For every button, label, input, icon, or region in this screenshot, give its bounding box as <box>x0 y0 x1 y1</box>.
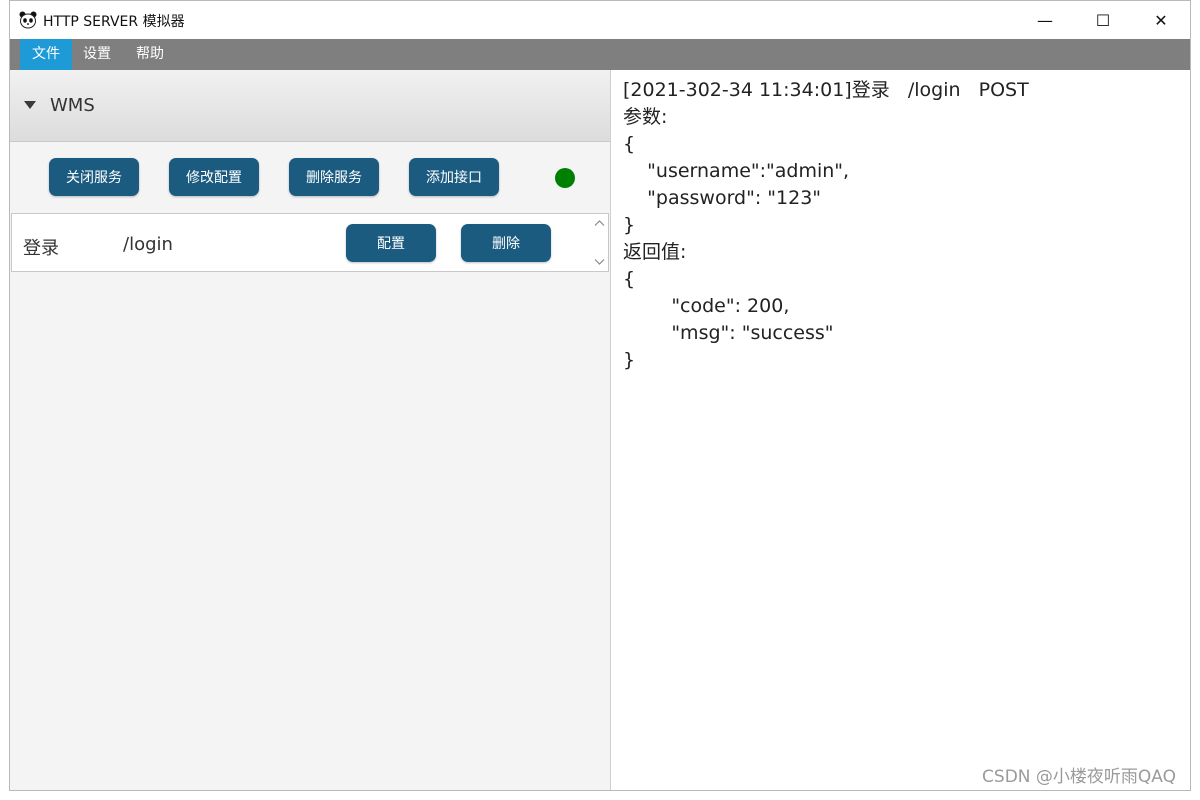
log-pane: [2021-302-34 11:34:01]登录 /login POST 参数: {… <box>611 70 1190 790</box>
list-scrollbar[interactable] <box>591 214 608 271</box>
modify-config-button[interactable]: 修改配置 <box>169 158 259 196</box>
add-api-button[interactable]: 添加接口 <box>409 158 499 196</box>
log-line: "username":"admin", <box>623 160 850 182</box>
log-line: "msg": "success" <box>623 322 834 344</box>
menu-settings[interactable]: 设置 <box>71 39 123 70</box>
close-window-button[interactable]: ✕ <box>1132 1 1190 39</box>
log-line: { <box>623 133 636 155</box>
title-bar[interactable]: HTTP SERVER 模拟器 — ☐ ✕ <box>10 1 1190 39</box>
service-pane: WMS 关闭服务 修改配置 删除服务 添加接口 登录 /login 配置 删除 <box>10 70 610 790</box>
log-line: 参数: <box>623 106 668 128</box>
request-log: [2021-302-34 11:34:01]登录 /login POST 参数: {… <box>623 77 1029 374</box>
configure-api-button[interactable]: 配置 <box>346 224 436 262</box>
service-name: WMS <box>50 95 95 116</box>
collapse-triangle-icon <box>24 101 36 109</box>
chevron-down-icon[interactable] <box>594 256 605 267</box>
log-line: "password": "123" <box>623 187 822 209</box>
minimize-icon: — <box>1037 10 1053 30</box>
service-status-indicator <box>555 168 575 188</box>
delete-api-button[interactable]: 删除 <box>461 224 551 262</box>
log-line: "code": 200, <box>623 295 790 317</box>
minimize-button[interactable]: — <box>1016 1 1074 39</box>
api-path: /login <box>123 234 173 255</box>
panda-icon <box>19 11 37 29</box>
log-line: } <box>623 349 636 371</box>
close-icon: ✕ <box>1154 10 1168 30</box>
window-title: HTTP SERVER 模拟器 <box>43 14 185 30</box>
menu-help[interactable]: 帮助 <box>124 39 176 70</box>
menu-bar: 文件 设置 帮助 <box>10 39 1190 70</box>
log-line: } <box>623 214 636 236</box>
maximize-icon: ☐ <box>1095 10 1111 30</box>
service-accordion-header[interactable]: WMS <box>10 70 610 142</box>
chevron-up-icon[interactable] <box>594 218 605 229</box>
watermark: CSDN @小楼夜听雨QAQ <box>982 767 1176 787</box>
api-list: 登录 /login 配置 删除 <box>11 213 609 272</box>
menu-file[interactable]: 文件 <box>20 39 72 70</box>
log-line: 返回值: <box>623 241 687 263</box>
delete-service-button[interactable]: 删除服务 <box>289 158 379 196</box>
maximize-button[interactable]: ☐ <box>1074 1 1132 39</box>
log-line: { <box>623 268 636 290</box>
close-service-button[interactable]: 关闭服务 <box>49 158 139 196</box>
app-window: HTTP SERVER 模拟器 — ☐ ✕ 文件 设置 帮助 WMS 关闭服务 … <box>9 0 1191 791</box>
api-name: 登录 <box>23 238 59 259</box>
log-line: [2021-302-34 11:34:01]登录 /login POST <box>623 79 1029 101</box>
